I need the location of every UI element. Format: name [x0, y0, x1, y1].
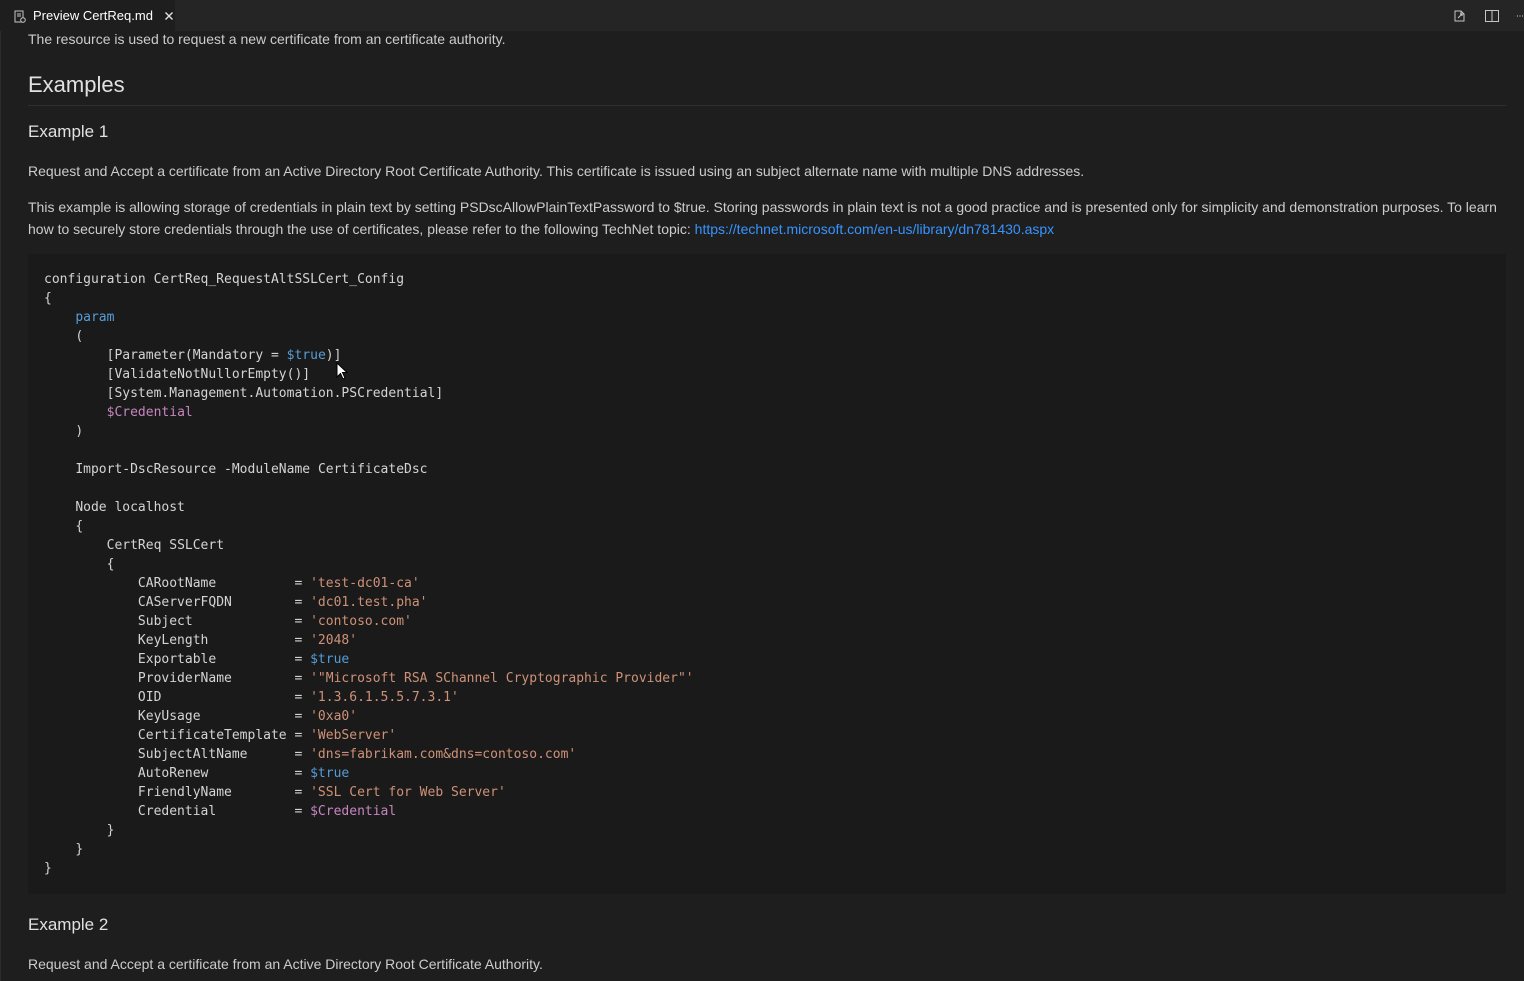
- editor-actions: [1452, 0, 1524, 31]
- code-block-example-1[interactable]: configuration CertReq_RequestAltSSLCert_…: [28, 254, 1506, 894]
- code-line: Node localhost: [75, 500, 185, 515]
- code-line: {: [106, 557, 115, 572]
- open-source-icon[interactable]: [1452, 8, 1468, 24]
- code-line: {: [44, 291, 52, 306]
- code-line: ): [75, 424, 84, 439]
- code-property-name: Subject =: [137, 614, 311, 629]
- mouse-cursor-icon: [336, 361, 349, 382]
- example-2-description: Request and Accept a certificate from an…: [28, 956, 543, 972]
- example-1-description: Request and Accept a certificate from an…: [28, 163, 1085, 179]
- code-line: [ValidateNotNullorEmpty()]: [106, 367, 311, 382]
- code-property-name: CAServerFQDN =: [137, 595, 311, 610]
- code-property-value: '"Microsoft RSA SChannel Cryptographic P…: [310, 671, 694, 686]
- code-property-value: $true: [310, 652, 350, 667]
- code-line: (: [75, 329, 84, 344]
- example-2-heading: Example 2: [28, 915, 109, 934]
- code-property-value: $true: [310, 766, 350, 781]
- code-line: configuration CertReq_RequestAltSSLCert_…: [44, 272, 405, 287]
- code-property-name: Exportable =: [137, 652, 311, 667]
- code-property-value: 'SSL Cert for Web Server': [310, 785, 506, 800]
- code-line: [Parameter(Mandatory =: [106, 348, 287, 363]
- example-1-heading: Example 1: [28, 122, 109, 141]
- code-property-name: CARootName =: [137, 576, 311, 591]
- code-keyword: $true: [286, 348, 326, 363]
- code-property-name: OID =: [137, 690, 311, 705]
- split-editor-icon[interactable]: [1484, 8, 1500, 24]
- code-property-value: '0xa0': [310, 709, 358, 724]
- code-property-name: CertificateTemplate =: [137, 728, 311, 743]
- more-actions-icon[interactable]: [1516, 8, 1524, 24]
- examples-heading: Examples: [28, 72, 125, 97]
- example-1-note: This example is allowing storage of cred…: [28, 196, 1498, 240]
- code-property-name: Credential =: [137, 804, 311, 819]
- code-property-value: $Credential: [310, 804, 397, 819]
- code-line: }: [75, 842, 84, 857]
- code-properties: CARootName = 'test-dc01-ca' CAServerFQDN…: [44, 576, 694, 819]
- code-line: {: [75, 519, 84, 534]
- code-content: configuration CertReq_RequestAltSSLCert_…: [44, 270, 694, 878]
- code-property-value: 'WebServer': [310, 728, 397, 743]
- editor-tab-bar: Preview CertReq.md: [0, 0, 1524, 31]
- code-property-name: KeyLength =: [137, 633, 311, 648]
- close-icon[interactable]: [163, 10, 175, 22]
- code-property-value: 'test-dc01-ca': [310, 576, 420, 591]
- intro-paragraph: The resource is used to request a new ce…: [28, 31, 506, 47]
- code-property-name: FriendlyName =: [137, 785, 311, 800]
- markdown-preview[interactable]: The resource is used to request a new ce…: [0, 31, 1524, 981]
- preview-icon: [13, 9, 27, 23]
- code-line: }: [106, 823, 115, 838]
- code-property-value: '1.3.6.1.5.5.7.3.1': [310, 690, 459, 705]
- code-property-name: ProviderName =: [137, 671, 311, 686]
- code-property-name: KeyUsage =: [137, 709, 311, 724]
- code-keyword: param: [75, 310, 115, 325]
- code-property-value: 'contoso.com': [310, 614, 412, 629]
- code-line: CertReq SSLCert: [106, 538, 225, 553]
- tab-preview-certreq[interactable]: Preview CertReq.md: [0, 0, 175, 31]
- code-property-value: '2048': [310, 633, 358, 648]
- technet-link[interactable]: https://technet.microsoft.com/en-us/libr…: [695, 221, 1055, 237]
- code-property-name: SubjectAltName =: [137, 747, 311, 762]
- heading-divider: [28, 105, 1506, 106]
- tab-label: Preview CertReq.md: [33, 8, 153, 23]
- code-property-name: AutoRenew =: [137, 766, 311, 781]
- code-property-value: 'dns=fabrikam.com&dns=contoso.com': [310, 747, 577, 762]
- code-line: )]: [325, 348, 342, 363]
- code-line: }: [44, 861, 52, 876]
- code-line: [System.Management.Automation.PSCredenti…: [106, 386, 444, 401]
- code-variable: $Credential: [106, 405, 193, 420]
- code-property-value: 'dc01.test.pha': [310, 595, 428, 610]
- code-line: Import-DscResource -ModuleName Certifica…: [75, 462, 428, 477]
